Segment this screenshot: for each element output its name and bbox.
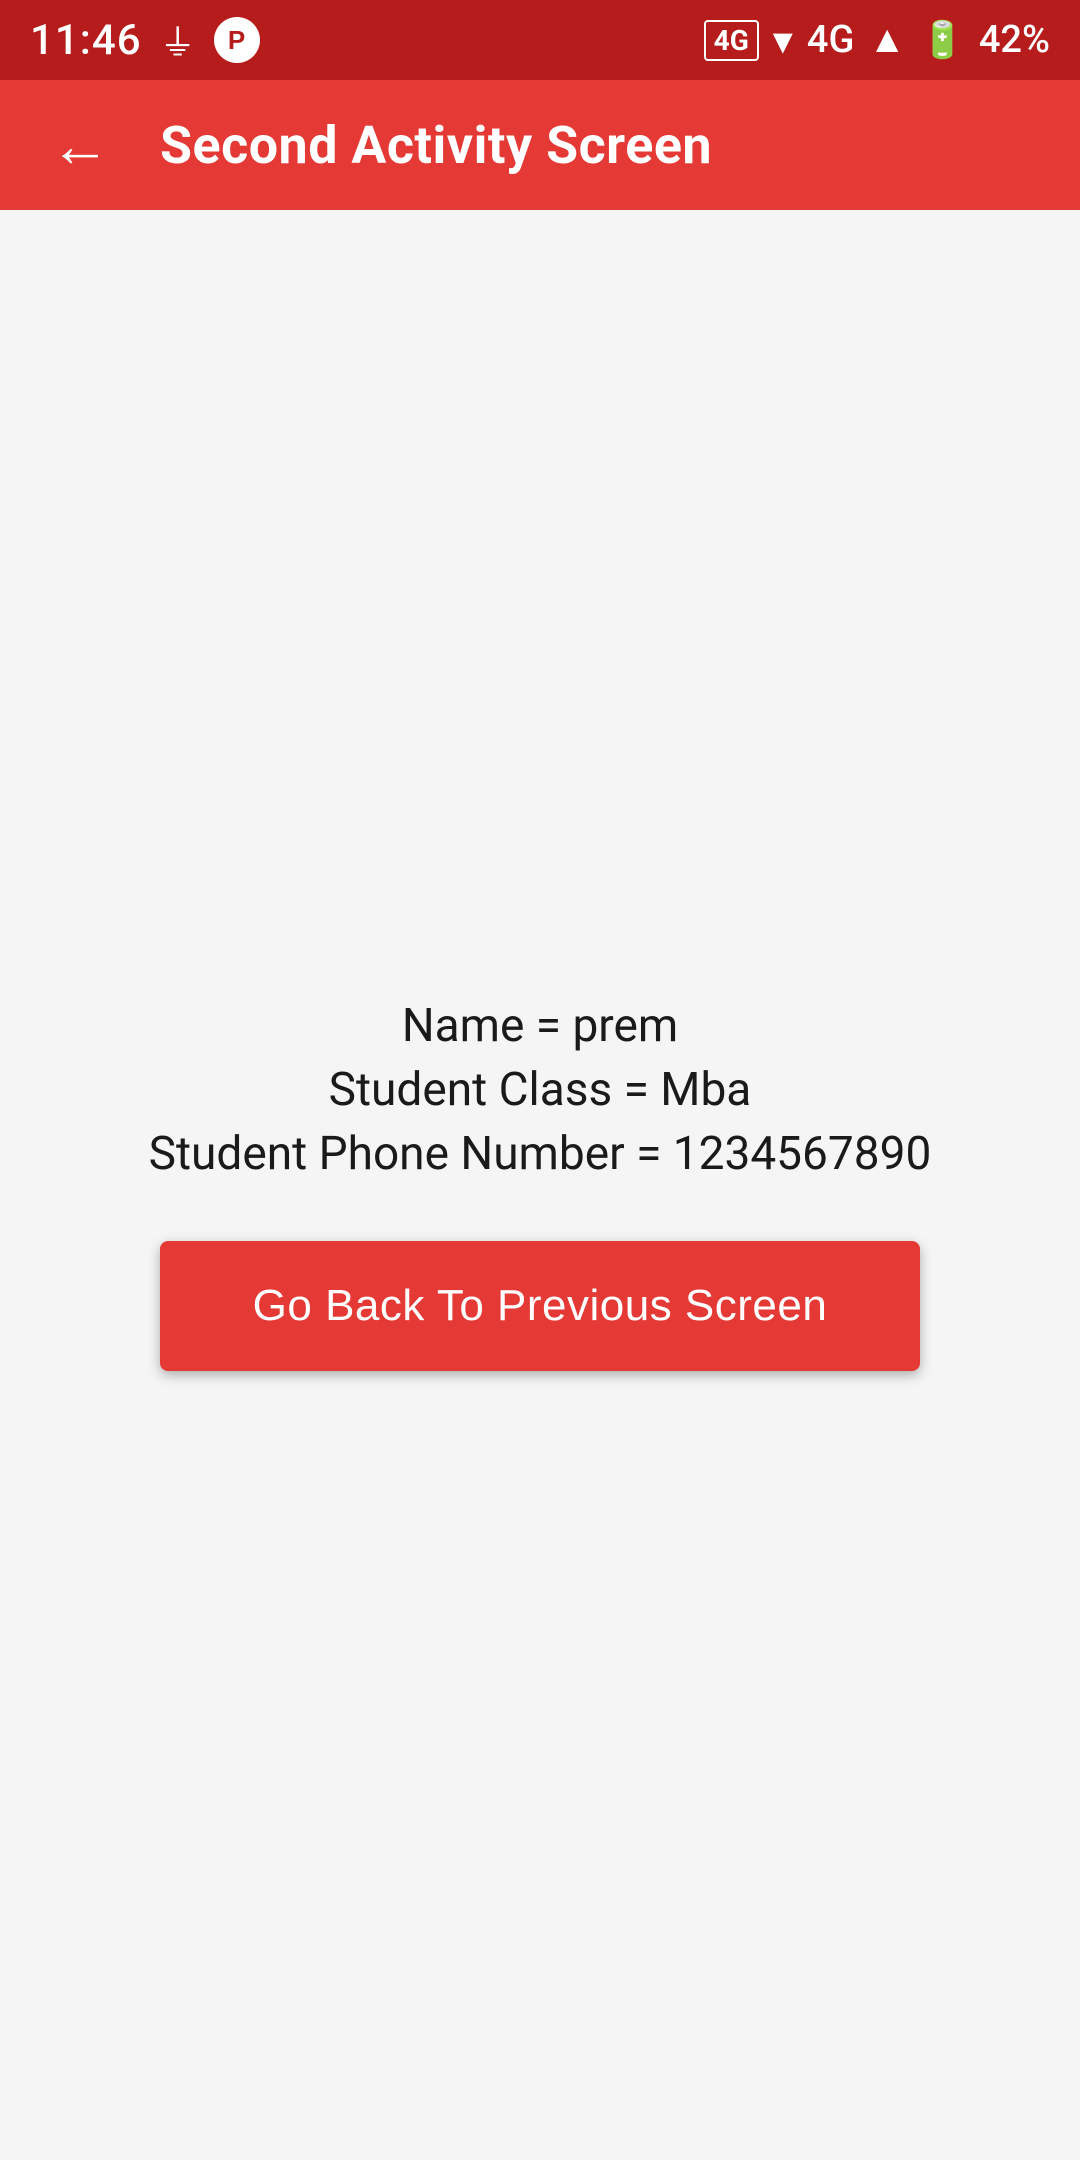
app-bar: ← Second Activity Screen bbox=[0, 80, 1080, 210]
app-bar-title: Second Activity Screen bbox=[160, 115, 712, 176]
usb-icon: ⏚ bbox=[160, 14, 196, 66]
battery-percent: 42% bbox=[979, 18, 1050, 62]
student-phone-label: Student Phone Number = 1234567890 bbox=[149, 1127, 932, 1181]
main-content: Name = prem Student Class = Mba Student … bbox=[0, 210, 1080, 2160]
parking-icon: P bbox=[214, 17, 260, 63]
status-time: 11:46 bbox=[30, 16, 142, 65]
go-back-button[interactable]: Go Back To Previous Screen bbox=[160, 1241, 920, 1371]
signal-bars-icon: ▲ bbox=[868, 18, 906, 62]
back-button[interactable]: ← bbox=[40, 101, 120, 190]
network-4g-right-icon: 4G bbox=[807, 18, 854, 62]
status-bar-left: 11:46 ⏚ P bbox=[30, 14, 260, 66]
student-class-label: Student Class = Mba bbox=[329, 1063, 752, 1117]
status-bar: 11:46 ⏚ P 4G ▾ 4G ▲ 🔋 42% bbox=[0, 0, 1080, 80]
network-4g-left-icon: 4G bbox=[704, 20, 759, 61]
wifi-icon: ▾ bbox=[773, 17, 793, 64]
back-arrow-icon: ← bbox=[50, 111, 110, 180]
status-bar-right: 4G ▾ 4G ▲ 🔋 42% bbox=[704, 17, 1050, 64]
student-info-container: Name = prem Student Class = Mba Student … bbox=[149, 999, 932, 1181]
battery-icon: 🔋 bbox=[920, 19, 965, 61]
student-name-label: Name = prem bbox=[402, 999, 678, 1053]
